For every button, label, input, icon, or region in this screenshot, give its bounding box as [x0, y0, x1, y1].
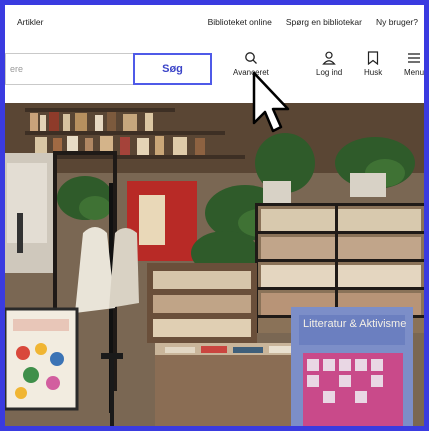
utility-bar: Artikler Biblioteket online Spørg en bib…: [5, 5, 424, 39]
browser-frame: Artikler Biblioteket online Spørg en bib…: [0, 0, 429, 431]
hero-image: Litteratur & Aktivisme: [5, 103, 424, 426]
login-button[interactable]: Log ind: [316, 51, 342, 77]
user-icon: [322, 51, 336, 65]
menu-button[interactable]: Menu: [404, 51, 424, 77]
remember-button[interactable]: Husk: [364, 51, 382, 77]
menu-label: Menu: [404, 68, 425, 77]
search-row: Søg Avanceret Log ind Husk: [5, 49, 424, 93]
ask-librarian-link[interactable]: Spørg en bibliotekar: [286, 17, 362, 27]
search-icon: [245, 52, 257, 64]
advanced-search-button[interactable]: Avanceret: [233, 51, 269, 77]
search-button[interactable]: Søg: [133, 53, 212, 85]
library-interior-photo: Litteratur & Aktivisme: [5, 103, 424, 426]
hamburger-menu-icon: [408, 53, 420, 63]
poster-title: Litteratur & Aktivisme: [303, 318, 406, 330]
utility-links: Biblioteket online Spørg en bibliotekar …: [208, 17, 418, 27]
library-online-link[interactable]: Biblioteket online: [208, 17, 272, 27]
bookmark-icon: [368, 51, 379, 65]
new-user-link[interactable]: Ny bruger?: [376, 17, 418, 27]
login-label: Log ind: [316, 68, 343, 77]
articles-link[interactable]: Artikler: [17, 17, 43, 27]
advanced-label: Avanceret: [233, 68, 269, 77]
remember-label: Husk: [364, 68, 383, 77]
search-input[interactable]: [5, 53, 133, 85]
